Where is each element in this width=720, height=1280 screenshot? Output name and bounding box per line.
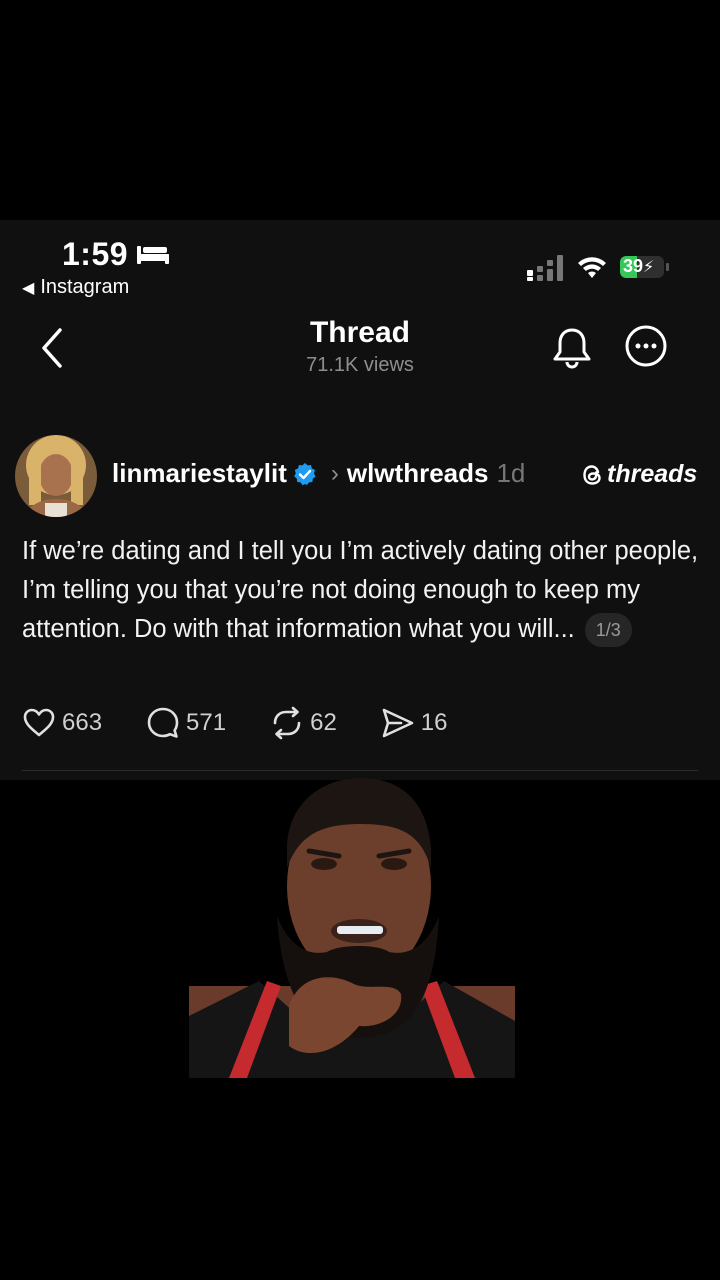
comment-button[interactable]: 571 [146,706,226,740]
heart-icon [23,708,55,737]
bed-icon [137,246,169,264]
like-button[interactable]: 663 [22,706,102,740]
threads-logo-text: threads [607,460,698,488]
overlay-person-photo [189,778,515,1078]
post-body: If we’re dating and I tell you I’m activ… [22,532,702,649]
post-age: 1d [496,458,526,488]
comment-count: 571 [186,709,227,736]
bell-icon[interactable] [550,324,594,372]
author-username[interactable]: linmariestaylit [112,458,287,489]
post-action-bar: 663 571 62 16 [22,706,492,740]
more-options-icon[interactable] [624,324,668,368]
author-avatar[interactable] [15,435,97,517]
post-author-line: linmariestaylit › wlwthreads 1d [112,458,525,489]
page-title: Thread [309,316,411,349]
repost-button[interactable]: 62 [270,706,337,740]
cellular-signal-icon [527,255,563,281]
page-indicator-badge: 1/3 [584,613,632,648]
share-count: 16 [420,709,448,736]
repost-icon [273,706,301,740]
repost-source-username[interactable]: wlwthreads [347,458,489,489]
chevron-right-icon: › [330,459,339,487]
wifi-icon [578,257,606,278]
avatar-image [15,435,97,517]
send-icon [382,708,414,738]
like-count: 663 [62,709,103,736]
back-triangle-icon: ◀ [22,279,35,297]
repost-count: 62 [310,709,337,736]
threads-logo-icon [583,464,601,485]
view-count: 71.1K views [306,354,414,376]
back-app-label: Instagram [40,276,130,298]
battery-indicator: 39⚡ [620,254,670,280]
status-time: 1:59 [62,236,129,272]
threads-logo: threads [582,460,697,489]
threads-screen: 1:59 ◀ Instagram 39⚡ Thread 71.1K views [0,220,720,780]
battery-cap [666,263,669,271]
share-button[interactable]: 16 [381,706,448,740]
verified-badge-icon [294,462,316,485]
comment-bubble-icon [147,707,179,738]
battery-level-text: 39⚡ [623,256,655,276]
post-divider [22,770,698,771]
back-to-app-link[interactable]: ◀ Instagram [22,276,129,299]
